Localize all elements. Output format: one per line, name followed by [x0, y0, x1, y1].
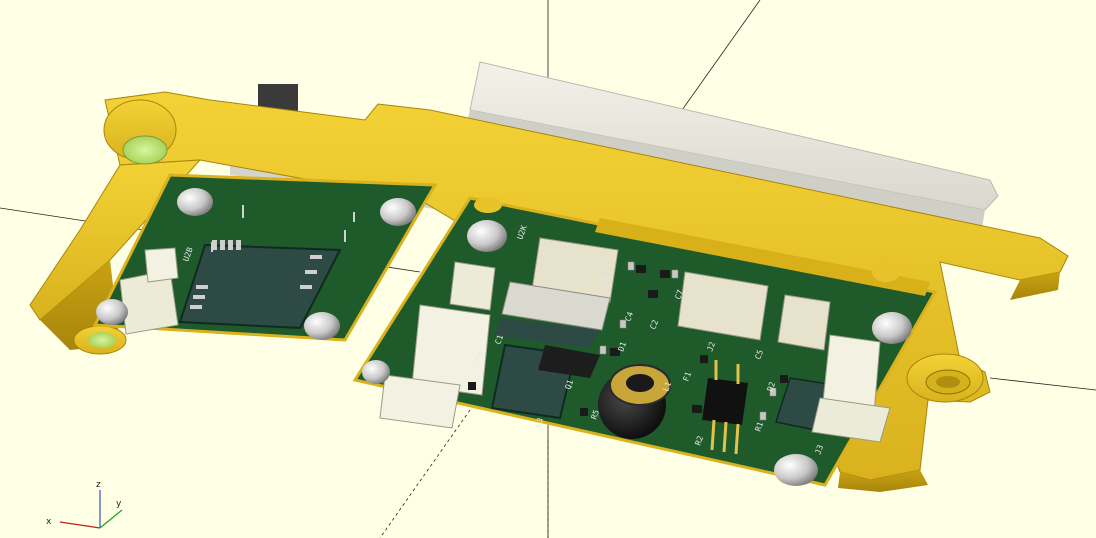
dome	[177, 188, 213, 216]
dome	[474, 197, 502, 213]
openscad-3d-viewport[interactable]: U2B J1	[0, 0, 1096, 538]
3d-scene[interactable]: U2B J1	[0, 0, 1096, 538]
dome	[774, 454, 818, 486]
mounting-boss-right	[906, 353, 984, 403]
mounting-boss-top-left	[103, 99, 177, 165]
axes-gizmo: z x y	[46, 480, 123, 529]
axis-x-label: x	[46, 517, 52, 527]
dome	[872, 312, 912, 344]
mounting-boss-left	[73, 325, 127, 355]
dome	[467, 220, 507, 252]
dome	[380, 198, 416, 226]
dome	[362, 360, 390, 384]
axis-y-label: y	[116, 499, 122, 509]
dome	[96, 299, 128, 325]
axis-z-label: z	[96, 480, 101, 490]
dome	[304, 312, 340, 340]
dome	[872, 262, 900, 282]
